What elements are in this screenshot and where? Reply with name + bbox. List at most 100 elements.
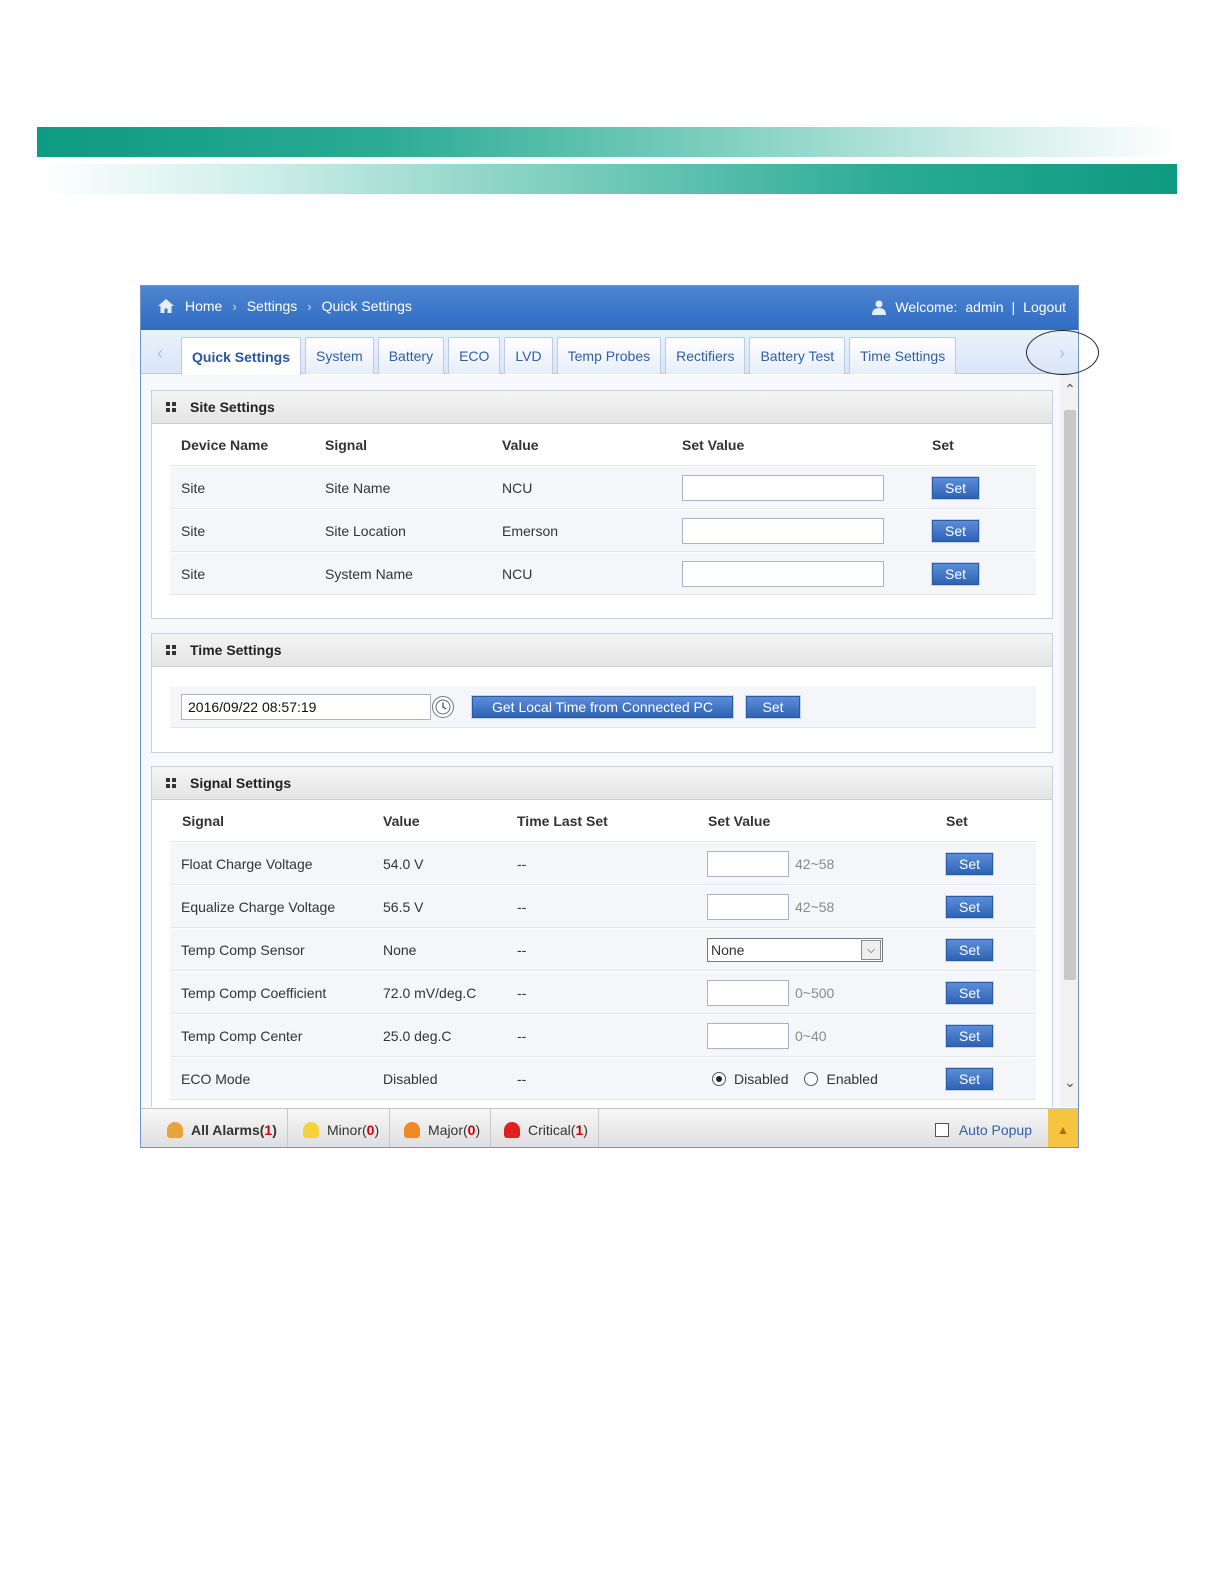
time-last-set: --	[517, 985, 527, 1001]
radio-disabled-label: Disabled	[734, 1071, 789, 1087]
col-signal: Signal	[182, 813, 225, 829]
signal-value: 25.0 deg.C	[383, 1028, 452, 1044]
tab-quick-settings[interactable]: Quick Settings	[181, 337, 302, 375]
expand-up-icon[interactable]: ▲	[1048, 1109, 1078, 1147]
set-value-input[interactable]	[682, 475, 884, 501]
select-value: None	[711, 942, 745, 958]
clock-icon[interactable]	[432, 696, 454, 718]
col-value: Value	[383, 813, 420, 829]
signal-value: 56.5 V	[383, 899, 424, 915]
tab-scroll-left-icon[interactable]: ‹	[149, 338, 171, 368]
signal-name: Float Charge Voltage	[181, 856, 313, 872]
range-hint: 0~40	[795, 1028, 827, 1044]
tab-lvd[interactable]: LVD	[504, 337, 553, 374]
header-band-top	[37, 127, 1177, 157]
minor-alarms-button[interactable]: Minor(0)	[293, 1109, 391, 1147]
chevron-right-icon: ›	[232, 298, 237, 314]
range-hint: 42~58	[795, 856, 835, 872]
set-button[interactable]: Set	[946, 853, 994, 875]
table-row: ECO Mode Disabled -- Disabled Enabled Se…	[170, 1058, 1036, 1100]
radio-enabled[interactable]	[804, 1072, 819, 1086]
minor-bell-icon	[303, 1121, 319, 1138]
set-value-input[interactable]	[707, 894, 789, 920]
time-last-set: --	[517, 1028, 527, 1044]
col-set-value: Set Value	[682, 437, 745, 453]
tab-eco[interactable]: ECO	[448, 337, 501, 374]
signal-value: NCU	[502, 480, 533, 496]
site-settings-header: Site Settings	[152, 391, 1052, 424]
table-row: Equalize Charge Voltage 56.5 V -- 42~58 …	[170, 886, 1036, 928]
panel-title: Signal Settings	[190, 775, 292, 791]
table-row: Temp Comp Coefficient 72.0 mV/deg.C -- 0…	[170, 972, 1036, 1014]
major-alarms-button[interactable]: Major(0)	[394, 1109, 492, 1147]
set-button[interactable]: Set	[932, 477, 980, 499]
tab-rectifiers[interactable]: Rectifiers	[665, 337, 746, 374]
scroll-up-icon[interactable]: ⌃	[1060, 381, 1078, 398]
minor-label: Minor(	[327, 1121, 367, 1138]
set-value-input[interactable]	[707, 980, 789, 1006]
radio-disabled[interactable]	[712, 1072, 726, 1086]
tab-list: Quick Settings System Battery ECO LVD Te…	[181, 337, 957, 375]
panel-title: Site Settings	[190, 399, 275, 415]
set-button[interactable]: Set	[946, 896, 994, 918]
scroll-down-icon[interactable]: ⌄	[1060, 1074, 1078, 1091]
auto-popup-checkbox[interactable]	[934, 1122, 949, 1137]
time-last-set: --	[517, 942, 527, 958]
signal-name: ECO Mode	[181, 1071, 251, 1087]
critical-siren-icon	[504, 1121, 520, 1138]
highlight-circle-annotation	[1026, 330, 1099, 375]
time-last-set: --	[517, 856, 527, 872]
all-alarms-button[interactable]: All Alarms(1)	[157, 1109, 288, 1147]
set-value-input[interactable]	[707, 1023, 789, 1049]
alarm-bell-icon	[167, 1121, 183, 1138]
breadcrumb-settings[interactable]: Settings	[247, 298, 298, 314]
col-time-last-set: Time Last Set	[517, 813, 608, 829]
set-button[interactable]: Set	[946, 982, 994, 1004]
set-value-input[interactable]	[682, 518, 884, 544]
breadcrumb-quick-settings[interactable]: Quick Settings	[322, 298, 412, 314]
critical-alarms-button[interactable]: Critical(1)	[494, 1109, 599, 1147]
tab-bar: ‹ Quick Settings System Battery ECO LVD …	[141, 330, 1078, 375]
get-local-time-button[interactable]: Get Local Time from Connected PC	[472, 696, 733, 718]
table-header: Signal Value Time Last Set Set Value Set	[170, 800, 1036, 842]
logout-link[interactable]: Logout	[1023, 299, 1066, 315]
chevron-down-icon[interactable]: ⌵	[861, 940, 881, 960]
set-button[interactable]: Set	[932, 520, 980, 542]
username: admin	[965, 299, 1004, 315]
tab-battery[interactable]: Battery	[377, 337, 445, 374]
range-hint: 42~58	[795, 899, 835, 915]
range-hint: 0~500	[795, 985, 835, 1001]
user-box: Welcome: admin | Logout	[871, 299, 1066, 315]
tab-system[interactable]: System	[305, 337, 374, 374]
tab-temp-probes[interactable]: Temp Probes	[556, 337, 662, 374]
site-settings-panel: Site Settings Device Name Signal Value S…	[151, 390, 1053, 619]
device-name: Site	[181, 523, 206, 539]
chevron-right-icon: ›	[307, 298, 312, 314]
signal-settings-panel: Signal Settings Signal Value Time Last S…	[151, 766, 1053, 1107]
all-alarms-close: )	[272, 1121, 277, 1138]
set-button[interactable]: Set	[946, 939, 994, 961]
vertical-scrollbar[interactable]: ⌃ ⌄	[1060, 375, 1078, 1107]
time-row: Get Local Time from Connected PC Set	[170, 686, 1036, 728]
set-value-input[interactable]	[707, 851, 789, 877]
breadcrumb: Home › Settings › Quick Settings	[157, 298, 412, 314]
scroll-thumb[interactable]	[1064, 410, 1076, 980]
auto-popup-toggle[interactable]: Auto Popup	[934, 1109, 1032, 1147]
home-icon[interactable]	[157, 298, 175, 314]
breadcrumb-home[interactable]: Home	[185, 298, 222, 314]
signal-name: Site Name	[325, 480, 391, 496]
datetime-input[interactable]	[181, 694, 431, 720]
tab-time-settings[interactable]: Time Settings	[849, 337, 957, 374]
time-set-button[interactable]: Set	[746, 696, 800, 718]
tab-battery-test[interactable]: Battery Test	[749, 337, 846, 374]
set-value-input[interactable]	[682, 561, 884, 587]
table-row: Float Charge Voltage 54.0 V -- 42~58 Set	[170, 843, 1036, 885]
set-button[interactable]: Set	[932, 563, 980, 585]
grip-icon	[166, 778, 176, 788]
sensor-select[interactable]: None ⌵	[707, 938, 883, 962]
col-value: Value	[502, 437, 539, 453]
col-set-value: Set Value	[708, 813, 771, 829]
set-button[interactable]: Set	[946, 1068, 994, 1090]
set-button[interactable]: Set	[946, 1025, 994, 1047]
top-bar: Home › Settings › Quick Settings Welcome…	[141, 286, 1078, 330]
